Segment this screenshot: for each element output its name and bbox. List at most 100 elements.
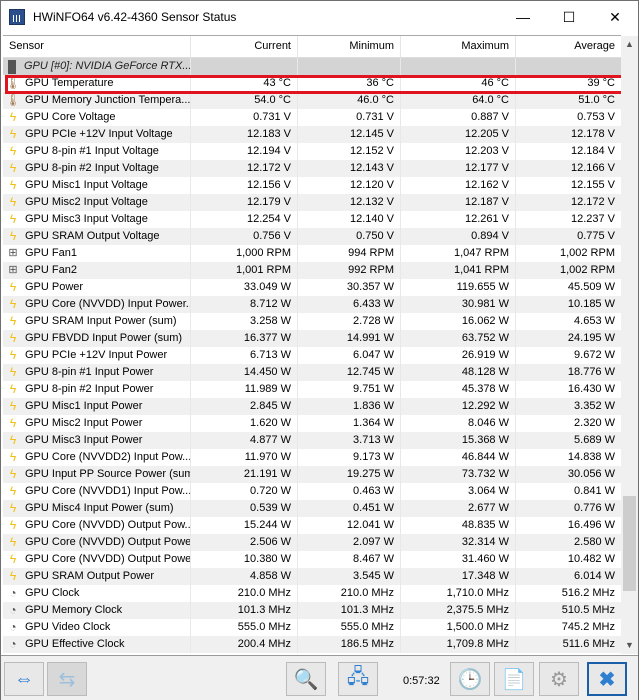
maximum-value: 12.162 V [401,177,516,194]
sensor-name-cell: ϟ GPU 8-pin #2 Input Voltage [3,160,191,177]
sensor-row[interactable]: ϟ GPU SRAM Output Power 4.858 W 3.545 W 17.3… [3,568,621,585]
minimize-button[interactable]: — [500,1,546,33]
vertical-scrollbar[interactable]: ▲ ▼ [621,36,638,654]
sensor-row[interactable]: ϟ GPU 8-pin #2 Input Power 11.989 W 9.751 W… [3,381,621,398]
sensor-row[interactable]: ◔ GPU Memory Clock 101.3 MHz 101.3 MHz 2,375… [3,602,621,619]
minimum-value: 12.041 W [298,517,401,534]
bolt-icon: ϟ [9,331,17,345]
average-value: 30.056 W [567,468,615,480]
sensor-name-cell: ⊞ GPU Fan2 [3,262,191,279]
thermometer-icon: 🌡 [5,93,21,107]
sensor-row[interactable]: ⊞ GPU Fan1 1,000 RPM 994 RPM 1,047 RPM 1,002 … [3,245,621,262]
sensor-row[interactable]: 🌡 GPU Temperature 43 °C 36 °C 46 °C 39 °C [3,75,621,92]
maximum-value: 12.292 W [401,398,516,415]
sensor-row[interactable]: ϟ GPU 8-pin #1 Input Voltage 12.194 V 12.15… [3,143,621,160]
current-value: 11.989 W [191,381,298,398]
scroll-up-arrow-icon[interactable]: ▲ [621,36,638,53]
sensor-row[interactable]: ϟ GPU PCIe +12V Input Voltage 12.183 V 12.1… [3,126,621,143]
sensor-row[interactable]: ⊞ GPU Fan2 1,001 RPM 992 RPM 1,041 RPM 1,002 … [3,262,621,279]
sensor-name-cell: ⊞ GPU Fan1 [3,245,191,262]
table-header: Sensor Current Minimum Maximum Average [3,36,621,58]
sensor-row[interactable]: ϟ GPU Misc2 Input Voltage 12.179 V 12.132 V… [3,194,621,211]
sensor-row[interactable]: ϟ GPU Power 33.049 W 30.357 W 119.655 W 45.50… [3,279,621,296]
reset-timer-button[interactable]: 🕒 [450,662,490,696]
sensor-row[interactable]: 🌡 GPU Memory Junction Tempera... 54.0 °C 46… [3,92,621,109]
average-value: 12.155 V [570,179,615,191]
bolt-icon: ϟ [9,501,17,515]
close-sensors-button[interactable]: ✖ [587,662,627,696]
bolt-icon: ϟ [9,144,17,158]
sensor-name-cell: ϟ GPU Misc1 Input Power [3,398,191,415]
average-value: 10.482 W [567,553,615,565]
average-value: 39 °C [587,77,615,89]
bolt-icon: ϟ [9,178,17,192]
sensor-row[interactable]: ◔ GPU Clock 210.0 MHz 210.0 MHz 1,710.0 MHz 5… [3,585,621,602]
sensor-row[interactable]: ϟ GPU Core (NVVDD) Output Pow... 15.244 W1… [3,517,621,534]
sensor-row[interactable]: ϟ GPU SRAM Input Power (sum) 3.258 W 2.728 … [3,313,621,330]
sensor-name: GPU 8-pin #1 Input Power [25,366,154,378]
current-value: 101.3 MHz [191,602,298,619]
column-header-minimum[interactable]: Minimum [298,36,401,57]
sensor-name-cell: ϟ GPU Misc3 Input Voltage [3,211,191,228]
average-value: 45.509 W [567,281,615,293]
sensor-name: GPU Core (NVVDD) Output Power [25,536,191,548]
bolt-icon: ϟ [9,297,17,311]
sensor-name: GPU Memory Junction Tempera... [25,94,191,106]
sensor-row[interactable]: ϟ GPU PCIe +12V Input Power 6.713 W 6.047 W… [3,347,621,364]
sensor-name-cell: ◔ GPU Effective Clock [3,636,191,653]
sensor-row[interactable]: ϟ GPU SRAM Output Voltage 0.756 V 0.750 V 0.… [3,228,621,245]
average-value: 1,002 RPM [559,247,615,259]
sensor-row[interactable]: ϟ GPU Input PP Source Power (sum) 21.191 W… [3,466,621,483]
close-button[interactable]: ✕ [592,1,638,33]
logging-button[interactable]: 📄 [494,662,534,696]
network-button[interactable]: 🖧 [338,662,378,696]
minimum-value: 992 RPM [298,262,401,279]
sensor-row[interactable]: ϟ GPU Misc2 Input Power 1.620 W 1.364 W 8.04… [3,415,621,432]
sensor-row[interactable]: ϟ GPU Misc4 Input Power (sum) 0.539 W 0.451… [3,500,621,517]
sensor-row[interactable]: ◔ GPU Video Clock 555.0 MHz 555.0 MHz 1,500.… [3,619,621,636]
average-value: 12.237 V [570,213,615,225]
sensor-row[interactable]: ϟ GPU FBVDD Input Power (sum) 16.377 W 14.9… [3,330,621,347]
maximum-value: 46 °C [401,75,516,92]
sensor-row[interactable]: ◔ GPU Effective Clock 200.4 MHz 186.5 MHz 1,… [3,636,621,653]
sensor-row[interactable]: ϟ GPU Core (NVVDD) Output Power 10.380 W 8.… [3,551,621,568]
sensor-row[interactable]: ϟ GPU Core (NVVDD1) Input Pow... 0.720 W 0.… [3,483,621,500]
column-header-current[interactable]: Current [191,36,298,57]
minimum-value: 9.751 W [298,381,401,398]
sensor-row[interactable]: ϟ GPU Misc1 Input Voltage 12.156 V 12.120 V… [3,177,621,194]
sensor-row[interactable]: ϟ GPU Misc3 Input Power 4.877 W 3.713 W 15.3… [3,432,621,449]
expand-arrows-button[interactable]: ⇔ [4,662,44,696]
column-header-maximum[interactable]: Maximum [401,36,516,57]
minimum-value: 12.120 V [298,177,401,194]
sensor-row[interactable]: ϟ GPU Core Voltage 0.731 V 0.731 V 0.887 V 0.… [3,109,621,126]
column-header-sensor[interactable]: Sensor [3,36,191,57]
column-header-average[interactable]: Average [516,36,621,57]
current-value: 12.183 V [191,126,298,143]
sensor-row[interactable]: ϟ GPU Misc1 Input Power 2.845 W 1.836 W 12.2… [3,398,621,415]
scrollbar-thumb[interactable] [623,496,636,591]
minimum-value: 9.173 W [298,449,401,466]
sensor-row[interactable]: ϟ GPU 8-pin #2 Input Voltage 12.172 V 12.14… [3,160,621,177]
sensor-name-cell: ϟ GPU FBVDD Input Power (sum) [3,330,191,347]
collapse-arrows-button[interactable]: ⇆ [47,662,87,696]
sensor-details-button[interactable]: 🔍 [286,662,326,696]
minimum-value: 19.275 W [298,466,401,483]
settings-button[interactable]: ⚙ [539,662,579,696]
sensor-group-row[interactable]: GPU [#0]: NVIDIA GeForce RTX... [3,58,621,75]
sensor-row[interactable]: ϟ GPU Core (NVVDD2) Input Pow... 11.970 W9… [3,449,621,466]
scroll-down-arrow-icon[interactable]: ▼ [621,637,638,654]
sensor-name: GPU Core (NVVDD) Output Pow... [25,519,191,531]
maximum-value: 1,047 RPM [401,245,516,262]
sensor-row[interactable]: ϟ GPU Core (NVVDD) Input Power... 8.712 W6… [3,296,621,313]
maximize-button[interactable]: ☐ [546,1,592,33]
current-value: 4.858 W [191,568,298,585]
maximum-value: 1,710.0 MHz [401,585,516,602]
average-value: 16.430 W [567,383,615,395]
sensor-row[interactable]: ϟ GPU Core (NVVDD) Output Power 2.506 W 2.0… [3,534,621,551]
average-value: 18.776 W [567,366,615,378]
sensor-row[interactable]: ϟ GPU Misc3 Input Voltage 12.254 V 12.140 V… [3,211,621,228]
sensor-name: GPU Misc2 Input Voltage [25,196,148,208]
average-value: 24.195 W [567,332,615,344]
sensor-row[interactable]: ϟ GPU 8-pin #1 Input Power 14.450 W 12.745 … [3,364,621,381]
sensor-name-cell: 🌡 GPU Temperature [3,75,191,92]
